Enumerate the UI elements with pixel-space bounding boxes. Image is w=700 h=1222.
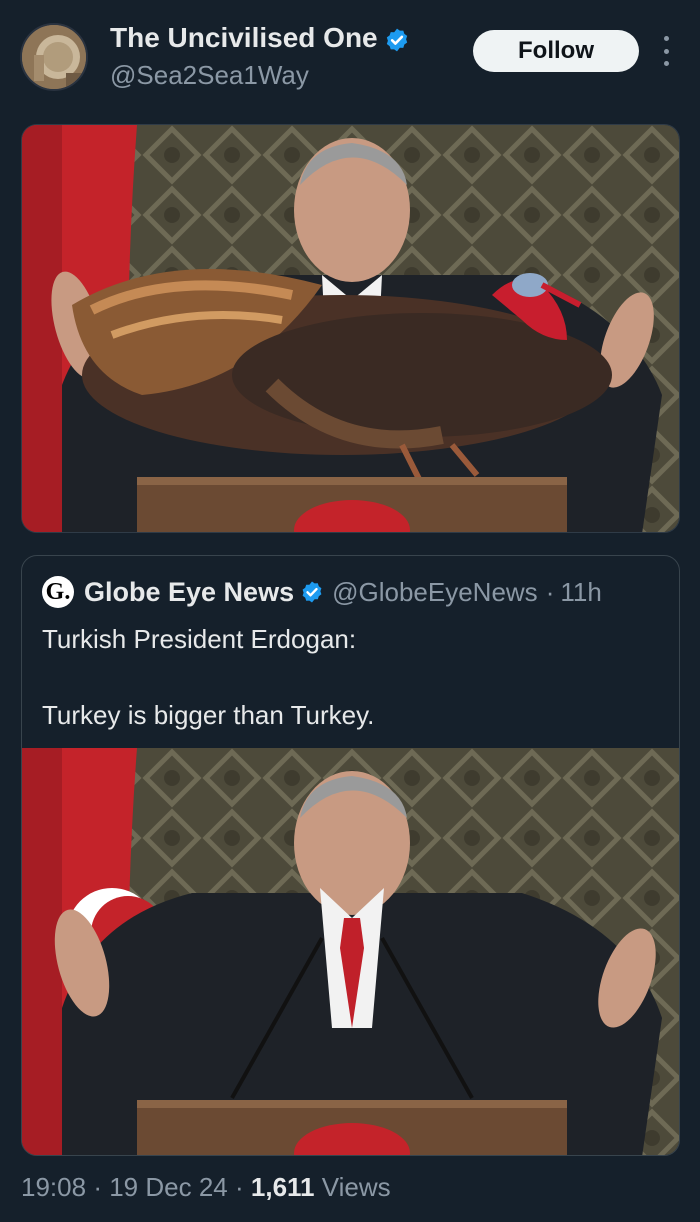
more-options-icon[interactable] (656, 36, 676, 66)
quoted-tweet-text: Turkish President Erdogan: Turkey is big… (42, 624, 375, 730)
quoted-author-name[interactable]: Globe Eye News (84, 577, 294, 608)
erdogan-podium-photo (22, 748, 679, 1155)
tweet-image[interactable] (21, 124, 680, 533)
quoted-timestamp[interactable]: 11h (560, 577, 601, 608)
dot-separator: · (234, 1172, 244, 1202)
display-name[interactable]: The Uncivilised One (110, 22, 410, 54)
quoted-author-handle[interactable]: @GlobeEyeNews (332, 577, 538, 608)
author-handle[interactable]: @Sea2Sea1Way (110, 60, 309, 91)
globe-eye-logo-icon: G. (42, 576, 74, 608)
quoted-tweet[interactable]: G. Globe Eye News @GlobeEyeNews · 11h Tu… (21, 555, 680, 1156)
post-date[interactable]: 19 Dec 24 (109, 1172, 228, 1202)
follow-button[interactable]: Follow (473, 30, 639, 72)
views-count: 1,611 (250, 1172, 315, 1202)
verified-badge-icon (384, 27, 410, 53)
dot-separator: · (545, 576, 555, 607)
verified-badge-icon (300, 580, 324, 604)
tweet-header: The Uncivilised One @Sea2Sea1Way Follow (0, 0, 700, 110)
quoted-tweet-image[interactable] (22, 748, 679, 1155)
quoted-tweet-header: G. Globe Eye News @GlobeEyeNews · 11h (42, 574, 602, 610)
avatar[interactable] (20, 23, 88, 91)
turkey-podium-photo (22, 125, 679, 532)
display-name-label: The Uncivilised One (110, 22, 378, 53)
tweet-meta: 19:08 · 19 Dec 24 · 1,611 Views (21, 1172, 391, 1203)
dot-separator: · (93, 1172, 102, 1202)
views-label: Views (321, 1172, 391, 1202)
avatar-icon (22, 25, 86, 89)
post-time[interactable]: 19:08 (21, 1172, 86, 1202)
